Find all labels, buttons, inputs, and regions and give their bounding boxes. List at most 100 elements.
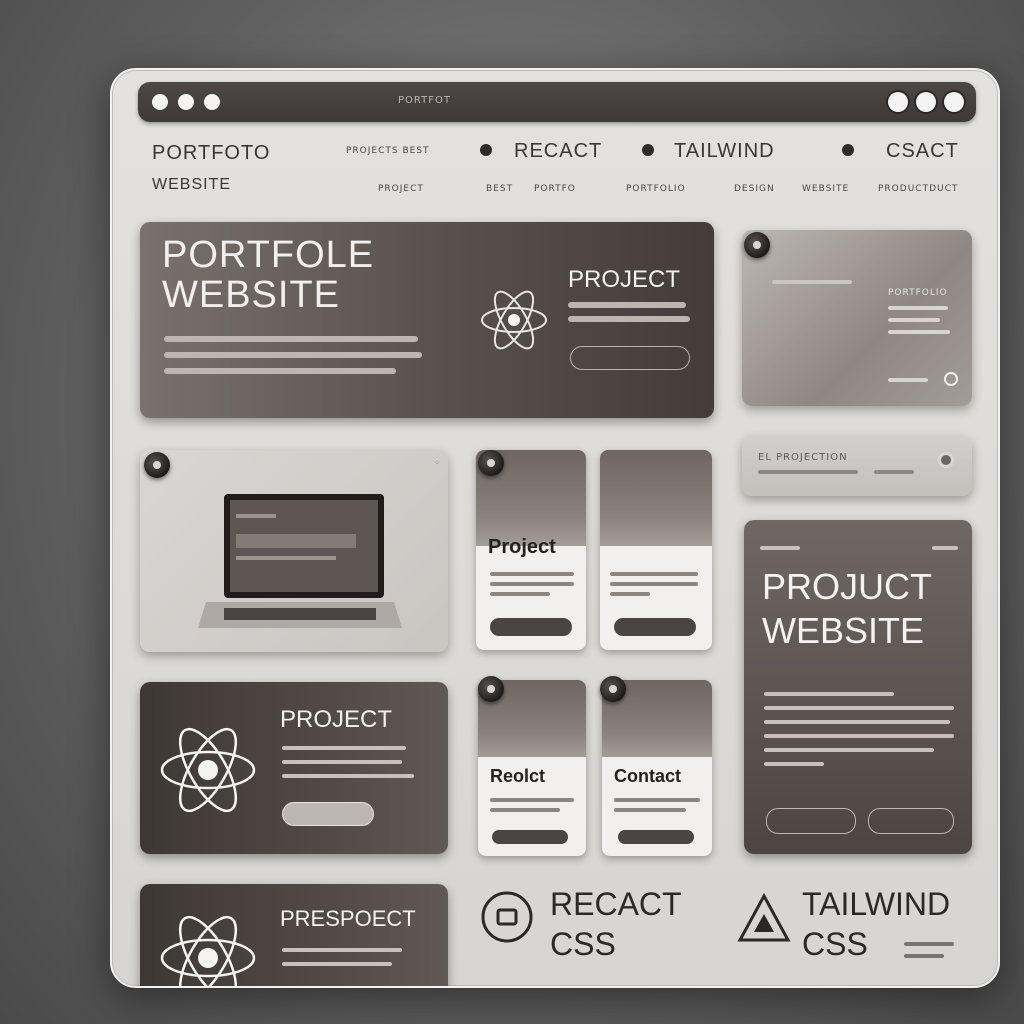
- nav-link-contact[interactable]: CSACT: [886, 140, 959, 163]
- side-panel-card[interactable]: PORTFOLIO: [742, 230, 972, 406]
- hero-title-line2: WEBSITE: [162, 274, 341, 316]
- side-panel-line: [888, 378, 928, 382]
- prespect-title: PRESPOECT: [280, 906, 416, 931]
- nav-link-projects[interactable]: PROJECTS BEST: [346, 146, 430, 156]
- pin-icon: [144, 452, 170, 478]
- hero-text-line: [164, 352, 422, 358]
- hero-side-line: [568, 302, 686, 308]
- nav-link-tailwind[interactable]: TAILWIND: [674, 140, 775, 163]
- prespect-line: [282, 948, 402, 952]
- project-card-1[interactable]: Project: [476, 450, 586, 650]
- hero-text-line: [164, 368, 396, 374]
- search-bar-label: EL PROJECTION: [758, 452, 848, 463]
- project-card-title: Project: [488, 536, 556, 558]
- hero-title-line1: PORTFOLE: [162, 234, 375, 276]
- project-website-card[interactable]: PROJUCT WEBSITE: [744, 520, 972, 854]
- bullet-icon: [842, 144, 854, 156]
- project-website-line: [764, 762, 824, 766]
- sub-link[interactable]: BEST: [486, 184, 513, 194]
- tailwind-label-line1: TAILWIND: [802, 886, 951, 922]
- window-control-icon[interactable]: [916, 92, 936, 112]
- sub-link[interactable]: DESIGN: [734, 184, 775, 194]
- project-website-line: [764, 748, 934, 752]
- window-control-icon[interactable]: [944, 92, 964, 112]
- project-card-button[interactable]: [618, 830, 694, 844]
- hero-side-line: [568, 316, 690, 322]
- sub-link[interactable]: PORTFOLIO: [626, 184, 686, 194]
- card-top-line: [932, 546, 958, 550]
- project-card-line: [490, 798, 574, 802]
- project-card-button[interactable]: [492, 830, 568, 844]
- react-box-icon: [481, 891, 533, 943]
- side-panel-line: [772, 280, 852, 284]
- project-website-title-line1: PROJUCT: [762, 566, 932, 607]
- project-website-line: [764, 706, 954, 710]
- hero-button[interactable]: [570, 346, 690, 370]
- project-card-line: [614, 798, 700, 802]
- pin-icon: [478, 676, 504, 702]
- project-card-line: [490, 592, 550, 596]
- project-card-title: Reolct: [490, 766, 546, 786]
- project-card-line: [490, 572, 574, 576]
- pin-icon: [744, 232, 770, 258]
- search-icon[interactable]: [938, 452, 954, 468]
- project-card-image: [600, 450, 712, 546]
- project-card-line: [282, 774, 414, 778]
- brand-line1[interactable]: PORTFOTO: [152, 142, 270, 165]
- project-card-button[interactable]: [490, 618, 572, 636]
- project-website-line: [764, 720, 950, 724]
- side-panel-line: [888, 306, 948, 310]
- project-card-line: [614, 808, 686, 812]
- tailwind-small-line: [904, 954, 944, 958]
- brand-line2: WEBSITE: [152, 176, 232, 193]
- sub-link[interactable]: PROJECT: [378, 184, 424, 194]
- sub-link[interactable]: WEBSITE: [802, 184, 849, 194]
- side-panel-heading: PORTFOLIO: [888, 288, 948, 298]
- side-panel-line: [888, 318, 940, 322]
- project-card-heading: PROJECT: [280, 706, 393, 733]
- prespect-line: [282, 962, 392, 966]
- search-bar[interactable]: EL PROJECTION: [742, 436, 972, 496]
- browser-window: PORTFOT PORTFOTO WEBSITE PROJECTS BEST R…: [110, 68, 1000, 988]
- project-card-3[interactable]: Reolct: [478, 680, 586, 856]
- pin-icon: [478, 450, 504, 476]
- project-card[interactable]: PROJECT: [140, 682, 448, 854]
- bullet-icon: [642, 144, 654, 156]
- hero-text-line: [164, 336, 418, 342]
- project-card-button[interactable]: [282, 802, 374, 826]
- window-control-icon[interactable]: [888, 92, 908, 112]
- card-top-line: [760, 546, 800, 550]
- hero-card[interactable]: PORTFOLE WEBSITE PROJECT: [140, 222, 714, 418]
- laptop-icon: [198, 494, 402, 628]
- sub-link[interactable]: PORTFO: [534, 184, 576, 194]
- window-titlebar: PORTFOT: [138, 82, 976, 122]
- triangle-logo-icon: [737, 892, 791, 942]
- project-card-line: [490, 808, 560, 812]
- project-website-button-1[interactable]: [766, 808, 856, 834]
- project-card-2[interactable]: [600, 450, 712, 650]
- project-website-button-2[interactable]: [868, 808, 954, 834]
- sub-link[interactable]: PRODUCTDUCT: [878, 184, 958, 194]
- tailwind-small-line: [904, 942, 954, 946]
- project-website-line: [764, 692, 894, 696]
- react-label-line1: RECACT: [550, 886, 682, 922]
- project-card-line: [610, 592, 650, 596]
- project-card-line: [610, 572, 698, 576]
- card-corner-icon: ◦: [434, 458, 440, 469]
- window-dot-icon[interactable]: [204, 94, 220, 110]
- pin-icon: [600, 676, 626, 702]
- window-dot-icon[interactable]: [178, 94, 194, 110]
- prespect-card[interactable]: PRESPOECT: [140, 884, 448, 986]
- nav-link-react[interactable]: RECACT: [514, 140, 602, 163]
- titlebar-label: PORTFOT: [398, 95, 451, 106]
- project-card-line: [610, 582, 698, 586]
- project-website-title-line2: WEBSITE: [762, 610, 925, 651]
- window-dot-icon[interactable]: [152, 94, 168, 110]
- laptop-card[interactable]: ◦: [140, 450, 448, 652]
- info-icon[interactable]: [944, 372, 958, 386]
- project-card-title: Contact: [614, 766, 681, 786]
- project-card-button[interactable]: [614, 618, 696, 636]
- atom-icon: [160, 915, 256, 986]
- project-card-4[interactable]: Contact: [602, 680, 712, 856]
- react-label-line2: CSS: [550, 926, 616, 962]
